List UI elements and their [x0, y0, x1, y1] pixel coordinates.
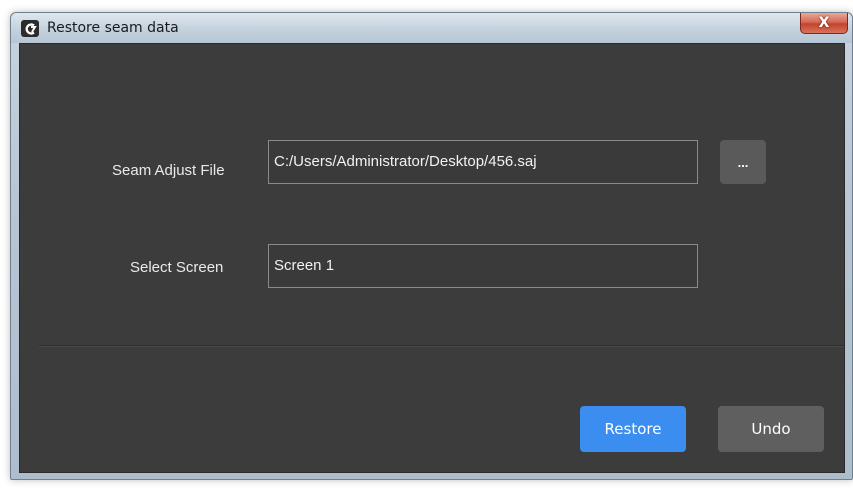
dialog-content: Seam Adjust File C:/Users/Administrator/… [19, 43, 845, 473]
close-icon: X [818, 15, 830, 31]
select-screen-label: Select Screen [130, 259, 224, 276]
restore-button[interactable]: Restore [580, 406, 686, 452]
dialog-window: Restore seam data X Seam Adjust File C:/… [10, 12, 853, 480]
browse-button[interactable]: ... [720, 140, 766, 184]
window-title: Restore seam data [47, 20, 179, 36]
select-screen-field[interactable]: Screen 1 [268, 244, 698, 288]
app-logo-icon [21, 20, 39, 37]
seam-file-input[interactable]: C:/Users/Administrator/Desktop/456.saj [268, 140, 698, 184]
close-button[interactable]: X [800, 13, 848, 34]
undo-button[interactable]: Undo [718, 406, 824, 452]
title-bar[interactable]: Restore seam data X [11, 13, 852, 43]
seam-file-label: Seam Adjust File [112, 162, 225, 179]
divider [38, 345, 844, 347]
